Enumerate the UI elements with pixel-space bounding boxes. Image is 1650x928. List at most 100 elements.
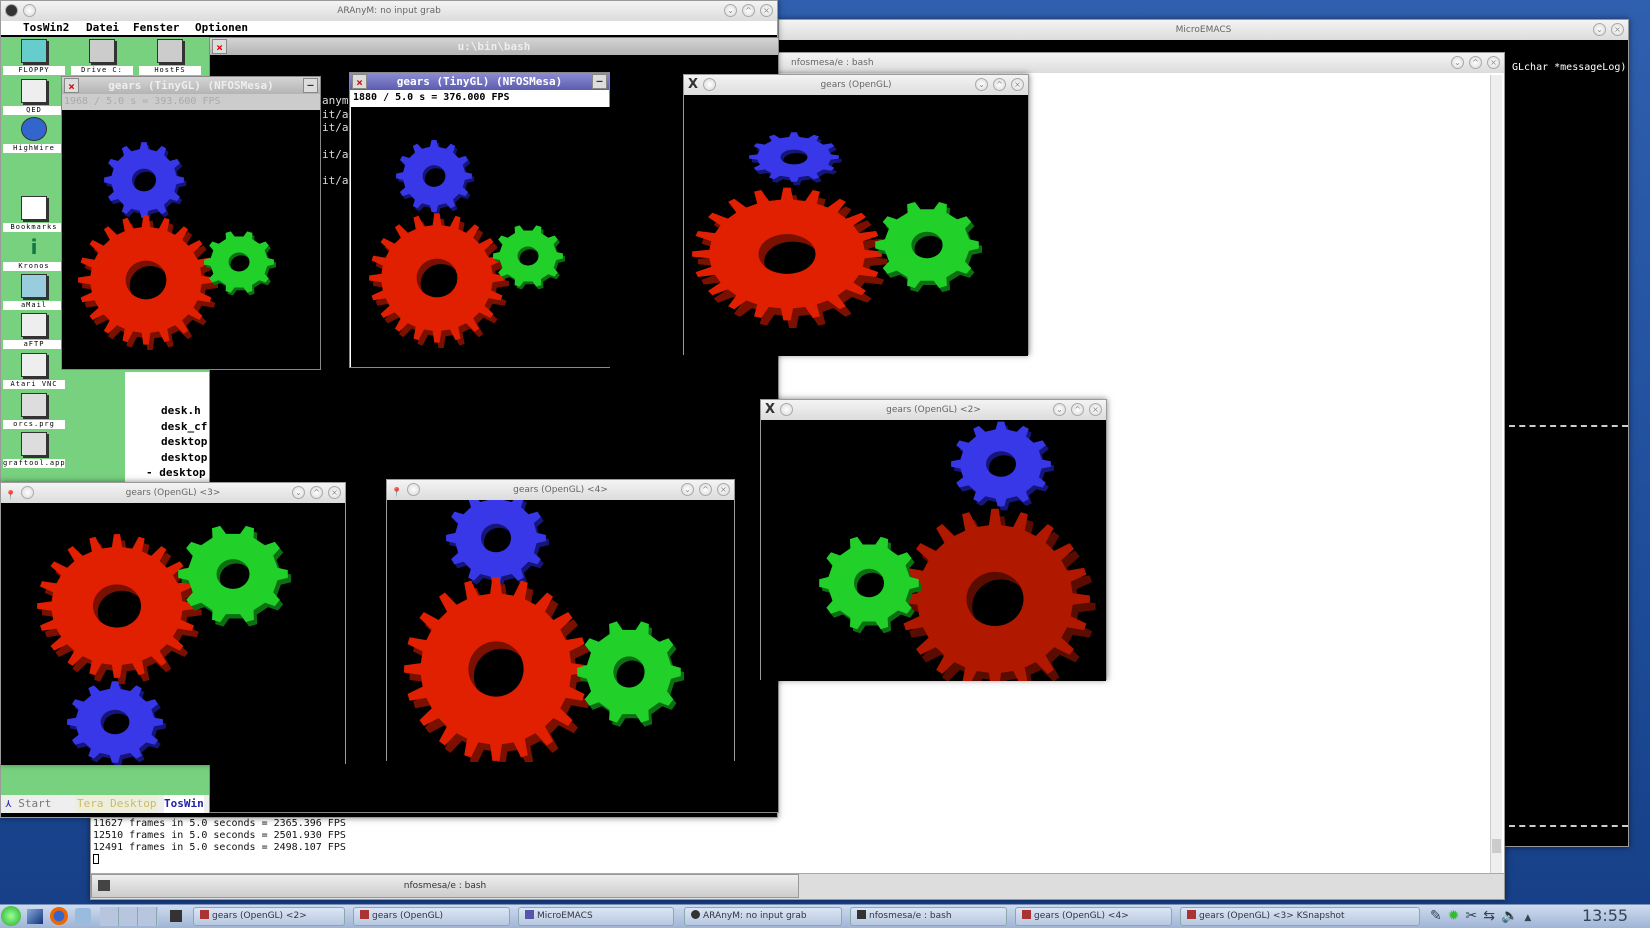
file-item[interactable]: desk.h: [161, 403, 209, 419]
minimize-button[interactable]: ⌄: [1593, 23, 1606, 36]
minimize-button[interactable]: ⌄: [975, 78, 988, 91]
klipper-icon[interactable]: ✎: [1430, 908, 1448, 924]
gears-opengl-window[interactable]: gears (OpenGL) X ⌄ ^ ×: [683, 74, 1029, 356]
minimize-button[interactable]: ⌄: [1451, 56, 1464, 69]
file-item[interactable]: - desktop: [146, 465, 209, 481]
system-tray: ✎✹✂⇆🔈▲: [1430, 908, 1537, 924]
maximize-button[interactable]: ^: [993, 78, 1006, 91]
session-tab[interactable]: nfosmesa/e : bash: [91, 874, 799, 898]
close-button[interactable]: ×: [1487, 56, 1500, 69]
gears-opengl-3-window[interactable]: gears (OpenGL) <3> 📍 ⌄ ^ ×: [0, 482, 346, 765]
menu-datei[interactable]: Datei: [86, 21, 119, 35]
task-gears-opengl-3-group[interactable]: gears (OpenGL) <3> KSnapshot: [1180, 907, 1420, 926]
file-item[interactable]: desk_cf: [161, 419, 209, 435]
minimize-button[interactable]: ⌄: [1053, 403, 1066, 416]
scissors-icon[interactable]: ✂: [1465, 908, 1483, 924]
home-folder-icon[interactable]: [75, 908, 91, 924]
desktop-icon-graftool[interactable]: graftool.app: [3, 432, 65, 468]
close-button[interactable]: ×: [1011, 78, 1024, 91]
close-button[interactable]: ×: [212, 39, 227, 54]
start-button[interactable]: ⋏ Start: [5, 795, 51, 813]
close-button[interactable]: ×: [64, 78, 79, 93]
desktop-icon-orcs[interactable]: orcs.prg: [3, 393, 65, 429]
app-menu-icon[interactable]: [5, 4, 18, 17]
task-konsole[interactable]: nfosmesa/e : bash: [850, 907, 1007, 926]
desktop-icon-atari-vnc[interactable]: Atari VNC: [3, 353, 65, 389]
desktop-icon-drive-c[interactable]: Drive C:: [71, 39, 133, 75]
task-icon: [691, 910, 700, 919]
gears-opengl-2-window[interactable]: gears (OpenGL) <2> X ⌄ ^ ×: [760, 399, 1107, 681]
maximize-button[interactable]: ^: [742, 4, 755, 17]
bash-titlebar[interactable]: × u:\bin\bash: [210, 38, 778, 55]
firefox-icon[interactable]: [50, 907, 68, 925]
desktop-icon-highwire[interactable]: HighWire: [3, 117, 65, 153]
task-icon: [857, 910, 866, 919]
sticky-button[interactable]: [21, 486, 35, 499]
close-button[interactable]: ×: [1089, 403, 1102, 416]
tray-expand-icon[interactable]: ▲: [1524, 913, 1537, 923]
maximize-button[interactable]: ^: [1071, 403, 1084, 416]
tos-taskbar: ⋏ Start Tera Desktop TosWin: [1, 795, 209, 813]
kmenu-button[interactable]: [1, 906, 21, 926]
desktop-icon-aftp[interactable]: aFTP: [3, 313, 65, 349]
sticky-button[interactable]: [23, 4, 36, 17]
desktop-icon-qed[interactable]: QED: [3, 79, 65, 115]
minimize-button[interactable]: ⌄: [681, 483, 694, 496]
tinygl-window-inactive[interactable]: × gears (TinyGL) (NFOSMesa) – 1968 / 5.0 s…: [61, 76, 321, 370]
pager[interactable]: [100, 907, 158, 926]
minimize-button[interactable]: –: [592, 74, 607, 89]
microemacs-titlebar[interactable]: MicroEMACS ⌄ ×: [779, 20, 1628, 40]
x-app-icon[interactable]: X: [688, 78, 698, 91]
close-button[interactable]: ×: [760, 4, 773, 17]
window-titlebar[interactable]: gears (OpenGL) <2> X ⌄ ^ ×: [761, 400, 1106, 420]
minimize-button[interactable]: –: [303, 78, 318, 93]
minimize-button[interactable]: ⌄: [292, 486, 305, 499]
terminal-launcher-icon[interactable]: [170, 910, 182, 922]
task-gears-opengl-2[interactable]: gears (OpenGL) <2>: [193, 907, 345, 926]
task-gears-opengl-4[interactable]: gears (OpenGL) <4>: [1015, 907, 1172, 926]
close-button[interactable]: ×: [1611, 23, 1624, 36]
window-titlebar[interactable]: × gears (TinyGL) (NFOSMesa) –: [350, 73, 609, 90]
menu-toswin2[interactable]: TosWin2: [23, 21, 69, 35]
window-titlebar[interactable]: gears (OpenGL) X ⌄ ^ ×: [684, 75, 1028, 95]
show-desktop-icon[interactable]: [27, 909, 43, 924]
menu-fenster[interactable]: Fenster: [133, 21, 179, 35]
scrollbar[interactable]: [1490, 75, 1502, 875]
window-titlebar[interactable]: gears (OpenGL) <3> 📍 ⌄ ^ ×: [1, 483, 345, 503]
file-item[interactable]: desktop: [161, 450, 209, 466]
close-button[interactable]: ×: [352, 74, 367, 89]
sticky-button[interactable]: [407, 483, 421, 496]
task-toswin[interactable]: TosWin: [164, 795, 204, 813]
update-icon[interactable]: ✹: [1448, 908, 1466, 924]
desktop-icon-floppy[interactable]: FLOPPY: [3, 39, 65, 75]
desktop-icon-kronos[interactable]: i Kronos: [3, 235, 65, 271]
window-titlebar[interactable]: gears (OpenGL) <4> 📍 ⌄ ^ ×: [387, 480, 734, 500]
close-button[interactable]: ×: [328, 486, 341, 499]
x-app-icon[interactable]: X: [765, 403, 775, 416]
close-button[interactable]: ×: [717, 483, 730, 496]
window-titlebar[interactable]: × gears (TinyGL) (NFOSMesa) –: [62, 77, 320, 94]
clock[interactable]: 13:55: [1582, 906, 1628, 925]
volume-icon[interactable]: 🔈: [1501, 908, 1524, 924]
task-gears-opengl[interactable]: gears (OpenGL): [353, 907, 510, 926]
minimize-button[interactable]: ⌄: [724, 4, 737, 17]
file-item[interactable]: desktop: [161, 434, 209, 450]
maximize-button[interactable]: ^: [310, 486, 323, 499]
scrollbar-thumb[interactable]: [1492, 839, 1501, 853]
desktop-icon-bookmarks[interactable]: Bookmarks: [3, 196, 65, 232]
sticky-button[interactable]: [780, 403, 794, 416]
task-aranym[interactable]: ARAnyM: no input grab: [684, 907, 842, 926]
desktop-icon-amail[interactable]: aMail: [3, 274, 65, 310]
menu-optionen[interactable]: Optionen: [195, 21, 248, 35]
tinygl-window-active[interactable]: × gears (TinyGL) (NFOSMesa) – 1880 / 5.0 s…: [349, 72, 610, 368]
maximize-button[interactable]: ^: [1469, 56, 1482, 69]
task-microemacs[interactable]: MicroEMACS: [518, 907, 674, 926]
maximize-button[interactable]: ^: [699, 483, 712, 496]
network-icon[interactable]: ⇆: [1483, 908, 1501, 924]
desktop-icon-hostfs[interactable]: HostFS: [139, 39, 201, 75]
sticky-button[interactable]: [703, 78, 717, 91]
aranym-titlebar[interactable]: ARAnyM: no input grab ⌄ ^ ×: [1, 1, 777, 21]
terminal-output[interactable]: 11627 frames in 5.0 seconds = 2365.396 F…: [93, 818, 346, 864]
task-tera-desktop[interactable]: Tera Desktop: [75, 795, 159, 813]
gears-opengl-4-window[interactable]: gears (OpenGL) <4> 📍 ⌄ ^ ×: [386, 479, 735, 762]
